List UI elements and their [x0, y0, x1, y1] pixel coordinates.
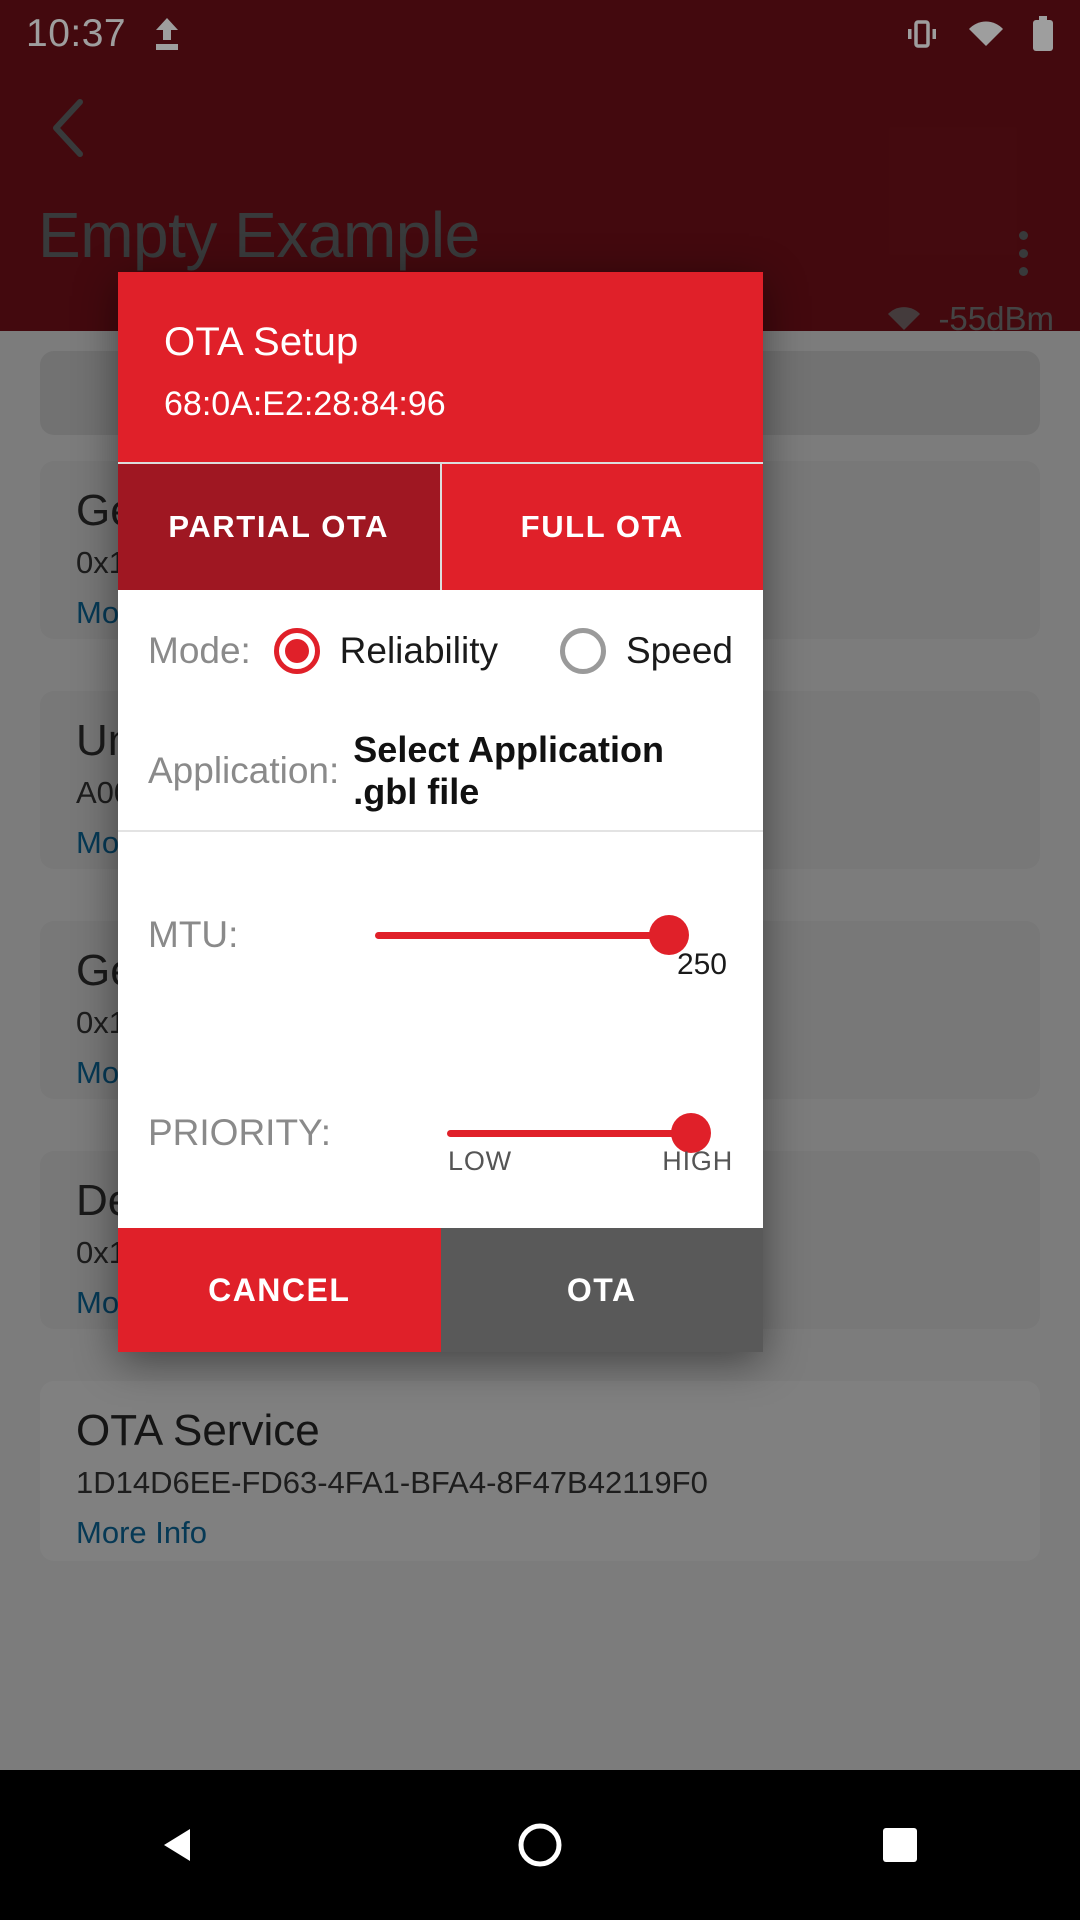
priority-label: PRIORITY: [148, 1112, 331, 1153]
cancel-button[interactable]: CANCEL [118, 1228, 441, 1352]
dialog-body: Mode: Reliability Speed Application: Sel… [118, 590, 763, 1228]
tab-partial-ota[interactable]: PARTIAL OTA [118, 464, 440, 590]
application-row[interactable]: Application: Select Application .gbl fil… [118, 712, 763, 832]
nav-recents-square-icon [883, 1828, 917, 1862]
tab-label: FULL OTA [520, 509, 684, 544]
mtu-label: MTU: [148, 914, 239, 955]
radio-label: Reliability [339, 630, 498, 671]
mtu-value: 250 [676, 948, 727, 981]
radio-option-reliability[interactable]: Reliability [273, 628, 498, 674]
application-label: Application: [148, 750, 340, 791]
radio-selected-icon[interactable] [273, 628, 320, 674]
nav-home-button[interactable] [480, 1770, 600, 1920]
dialog-mac-address: 68:0A:E2:28:84:96 [164, 385, 446, 423]
dialog-tabbar: PARTIAL OTA FULL OTA [118, 462, 763, 590]
application-file-selector[interactable]: Select Application .gbl file [353, 729, 733, 813]
dialog-title: OTA Setup [164, 320, 359, 364]
mode-radio-group: Reliability Speed [273, 628, 733, 674]
nav-back-triangle-icon [164, 1829, 190, 1861]
tab-full-ota[interactable]: FULL OTA [439, 464, 763, 590]
mode-label: Mode: [148, 630, 251, 671]
priority-max-label: HIGH [662, 1146, 733, 1176]
radio-unselected-icon[interactable] [560, 628, 606, 674]
radio-option-speed[interactable]: Speed [560, 628, 733, 674]
nav-home-circle-icon [518, 1823, 562, 1867]
ota-button[interactable]: OTA [440, 1228, 763, 1352]
ota-button-label: OTA [566, 1271, 637, 1308]
priority-row: PRIORITY: LOW HIGH [118, 1038, 763, 1228]
priority-min-label: LOW [448, 1146, 512, 1176]
radio-label: Speed [626, 630, 733, 671]
nav-back-button[interactable] [120, 1770, 240, 1920]
dialog-header: OTA Setup 68:0A:E2:28:84:96 [118, 272, 763, 462]
system-navigation-bar [0, 1770, 1080, 1920]
cancel-button-label: CANCEL [208, 1271, 351, 1308]
mode-row: Mode: Reliability Speed [118, 590, 763, 712]
mtu-row: MTU: 250 [118, 832, 763, 1038]
priority-slider-track [447, 1129, 693, 1137]
nav-recents-button[interactable] [840, 1770, 960, 1920]
tab-label: PARTIAL OTA [168, 509, 390, 544]
dialog-actions: CANCEL OTA [118, 1228, 763, 1352]
ota-setup-dialog: OTA Setup 68:0A:E2:28:84:96 PARTIAL OTA … [118, 272, 763, 1352]
mtu-slider-track [375, 931, 671, 939]
